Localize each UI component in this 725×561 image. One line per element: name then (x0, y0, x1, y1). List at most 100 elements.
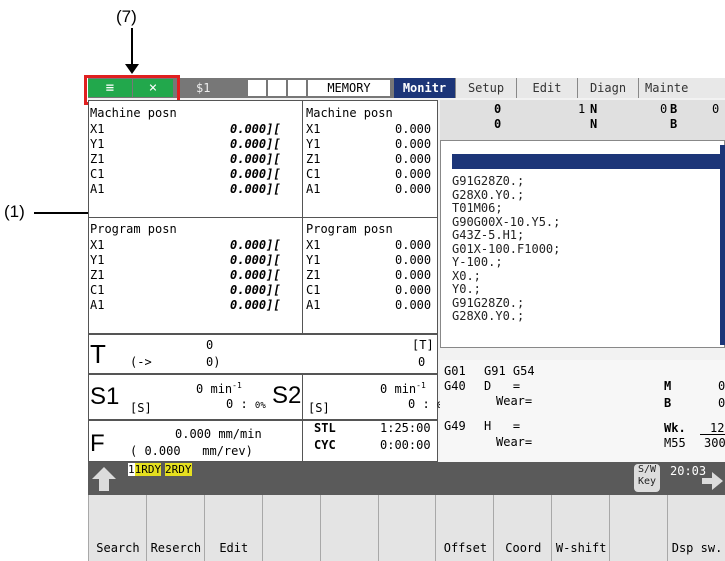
tool-label: T (90, 339, 106, 369)
program-left-value: 0.000][ (230, 238, 281, 252)
tab-mainte[interactable]: Mainte (639, 78, 725, 98)
feed-rate: 0.000 mm/min (175, 427, 262, 441)
machine-right-axis: X1 (306, 122, 321, 136)
system-label[interactable]: $1 (196, 81, 210, 95)
program-left-value: 0.000][ (230, 298, 281, 312)
position-divider-h (88, 217, 438, 218)
modal-g2: G91 G54 (484, 364, 535, 378)
modal-m55-val: 300 (704, 436, 725, 450)
modal-c1: 0 (718, 379, 725, 393)
softkey-label: Search (96, 541, 140, 555)
machine-right-value: 0.000 (395, 152, 432, 166)
softkey-offset[interactable]: Offset (435, 495, 495, 561)
tab-setup[interactable]: Setup (456, 78, 517, 98)
machine-left-title: Machine posn (90, 106, 177, 120)
softkey-edit[interactable]: Edit (203, 495, 263, 561)
program-left-axis: C1 (90, 283, 105, 297)
machine-right-value: 0.000 (395, 137, 432, 151)
scroll-indicator[interactable] (720, 145, 725, 345)
machine-left-axis: A1 (90, 182, 105, 196)
program-right-axis: C1 (306, 283, 321, 297)
softkey-label: Coord (505, 541, 542, 555)
program-line[interactable]: G28X0.Y0.; (452, 310, 524, 322)
cyc-label: CYC (314, 438, 336, 452)
wk-divider (700, 434, 725, 435)
back-arrow-icon[interactable] (90, 465, 118, 493)
program-line[interactable]: G01X-100.F1000; (452, 243, 560, 255)
program-left-value: 0.000][ (230, 268, 281, 282)
softkey-coord[interactable]: Coord (493, 495, 553, 561)
tool-bracket: [T] (412, 338, 434, 352)
counter-r1-a: 0 (494, 102, 502, 116)
callout-7-arrow (131, 28, 133, 66)
program-line[interactable]: G91G28Z0.; (452, 175, 524, 187)
spindle2-bracket: [S] (308, 401, 330, 415)
program-left-value: 0.000][ (230, 283, 281, 297)
program-line[interactable]: X0.; (452, 270, 481, 282)
modal-d: D = (484, 379, 521, 393)
modal-m55: M55 (664, 436, 686, 450)
program-left-value: 0.000][ (230, 253, 281, 267)
tab-monitr[interactable]: Monitr (394, 78, 456, 98)
program-right-title: Program posn (306, 222, 393, 236)
counter-r1-f: 0 (712, 102, 720, 116)
counter-r2-b: N (590, 117, 598, 131)
program-line[interactable]: T01M06; (452, 202, 503, 214)
softkey-empty-5[interactable] (377, 495, 437, 561)
modal-wear2: Wear= (496, 435, 533, 449)
machine-right-axis: Y1 (306, 137, 321, 151)
tool-sub: (-> (130, 355, 152, 369)
next-arrow-icon[interactable] (700, 470, 725, 492)
softkey-empty-9[interactable] (609, 495, 669, 561)
machine-left-value: 0.000][ (230, 167, 281, 181)
status-slot-2 (268, 80, 286, 96)
softkey-search[interactable]: Search (88, 495, 147, 561)
program-line[interactable]: Y-100.; (452, 256, 503, 268)
program-line[interactable]: G90G00X-10.Y5.; (452, 216, 560, 228)
counter-r1-b: 1 (578, 102, 586, 116)
modal-g3: G40 (444, 379, 466, 393)
modal-b: B (664, 396, 672, 410)
tab-edit[interactable]: Edit (517, 78, 578, 98)
program-line[interactable]: G43Z-5.H1; (452, 229, 524, 241)
softkey-label: Dsp sw. (671, 541, 723, 555)
tab-diagn[interactable]: Diagn (578, 78, 639, 98)
feed-label: F (90, 430, 105, 457)
program-left-title: Program posn (90, 222, 177, 236)
callout-7: (7) (116, 7, 137, 26)
machine-right-axis: C1 (306, 167, 321, 181)
softkey-label: Offset (443, 541, 488, 555)
counter-r1-c: N (590, 102, 598, 116)
softkey-wshift[interactable]: W-shift (551, 495, 611, 561)
tool-sub-value: 0) (206, 355, 221, 369)
program-right-value: 0.000 (395, 268, 432, 282)
spindle-divider (302, 374, 303, 420)
program-line[interactable]: Y0.; (452, 283, 481, 295)
softkey-empty-4[interactable] (319, 495, 379, 561)
program-cursor (452, 154, 720, 169)
machine-left-value: 0.000][ (230, 122, 281, 136)
machine-right-axis: Z1 (306, 152, 321, 166)
program-line[interactable]: G28X0.Y0.; (452, 189, 524, 201)
counter-r1-d: 0 (660, 102, 668, 116)
program-left-axis: X1 (90, 238, 105, 252)
softkey-reserch[interactable]: Reserch (145, 495, 205, 561)
softkey-label: Reserch (150, 541, 202, 555)
spindle1-bracket: [S] (130, 401, 152, 415)
status-slot-3 (288, 80, 306, 96)
softkey-dspsw[interactable]: Dsp sw. (667, 495, 725, 561)
rdy-indicator-2: 2RDY (165, 463, 192, 476)
callout-7-arrowhead (125, 64, 139, 74)
machine-right-value: 0.000 (395, 167, 432, 181)
program-line[interactable]: G91G28Z0.; (452, 297, 524, 309)
counter-r1-e: B (670, 102, 678, 116)
modal-c2: 0 (718, 396, 725, 410)
sw-key-button[interactable]: S/W Key (634, 464, 660, 492)
modal-m: M (664, 379, 672, 393)
program-right-value: 0.000 (395, 283, 432, 297)
program-right-axis: Z1 (306, 268, 321, 282)
machine-right-axis: A1 (306, 182, 321, 196)
program-right-axis: A1 (306, 298, 321, 312)
softkey-empty-3[interactable] (261, 495, 321, 561)
program-right-value: 0.000 (395, 298, 432, 312)
